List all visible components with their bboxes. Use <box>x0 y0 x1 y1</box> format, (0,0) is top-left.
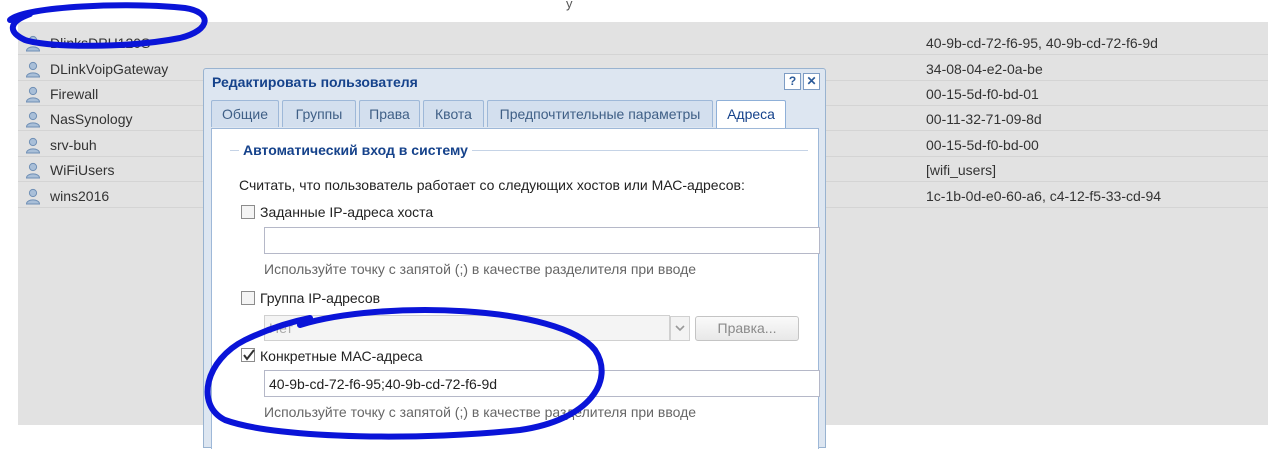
user-mac-addresses: 00-15-5d-f0-bd-01 <box>926 86 1039 102</box>
mac-checkbox[interactable] <box>241 348 255 362</box>
help-button[interactable]: ? <box>784 73 801 90</box>
user-name: Firewall <box>50 86 99 102</box>
user-mac-addresses: 1c-1b-0d-e0-60-a6, c4-12-f5-33-cd-94 <box>926 188 1162 204</box>
edit-user-dialog: Редактировать пользователя ? ✕ Общие Гру… <box>203 68 826 449</box>
tab-rights[interactable]: Права <box>359 100 420 127</box>
user-icon <box>25 162 41 179</box>
dialog-title: Редактировать пользователя <box>212 74 418 90</box>
user-icon <box>25 61 41 78</box>
tab-preferences[interactable]: Предпочтительные параметры <box>487 100 713 127</box>
user-name: WiFiUsers <box>50 162 115 178</box>
user-name: DLinkVoipGateway <box>50 61 169 77</box>
user-mac-addresses: 34-08-04-e2-0a-be <box>926 61 1043 77</box>
ip-group-label: Группа IP-адресов <box>260 290 381 306</box>
table-row[interactable]: DlinksDPH120S 40-9b-cd-72-f6-95, 40-9b-cd… <box>18 30 1268 55</box>
user-mac-addresses: 40-9b-cd-72-f6-95, 40-9b-cd-72-f6-9d <box>926 35 1158 51</box>
user-icon <box>25 188 41 205</box>
ip-group-select[interactable]: Нет <box>264 315 670 341</box>
close-button[interactable]: ✕ <box>803 73 820 90</box>
mac-label: Конкретные МАС-адреса <box>260 348 423 364</box>
user-mac-addresses: [wifi_users] <box>926 162 997 178</box>
user-name: DlinksDPH120S <box>50 35 151 51</box>
mac-addresses-input[interactable] <box>264 370 820 397</box>
grid-top-partial-row: y <box>18 0 1268 22</box>
ip-hosts-label: Заданные IP-адреса хоста <box>260 204 434 220</box>
user-icon <box>25 35 41 52</box>
chevron-down-icon <box>675 325 685 332</box>
user-mac-addresses: 00-11-32-71-09-8d <box>926 111 1042 127</box>
ip-group-checkbox[interactable] <box>241 291 255 305</box>
user-icon <box>25 111 41 128</box>
user-icon <box>25 86 41 103</box>
ip-group-dropdown-trigger[interactable] <box>670 316 690 341</box>
tab-general[interactable]: Общие <box>211 100 279 127</box>
checkmark-icon <box>243 349 255 361</box>
intro-text: Считать, что пользователь работает со сл… <box>239 177 745 193</box>
edit-ip-group-button[interactable]: Правка... <box>695 316 799 341</box>
ip-hosts-input[interactable] <box>264 227 820 254</box>
user-name: NasSynology <box>50 111 133 127</box>
partial-text: y <box>566 0 573 11</box>
user-icon <box>25 137 41 154</box>
addresses-panel: Автоматический вход в систему Считать, ч… <box>211 128 820 449</box>
ip-hosts-hint: Используйте точку с запятой (;) в качест… <box>264 261 697 277</box>
section-title: Автоматический вход в систему <box>239 142 472 158</box>
user-name: srv-buh <box>50 137 97 153</box>
tab-addresses[interactable]: Адреса <box>716 100 786 129</box>
mac-hint: Используйте точку с запятой (;) в качест… <box>264 404 697 420</box>
user-mac-addresses: 00-15-5d-f0-bd-00 <box>926 137 1039 153</box>
tab-quota[interactable]: Квота <box>423 100 484 127</box>
ip-hosts-checkbox[interactable] <box>241 205 255 219</box>
tab-groups[interactable]: Группы <box>282 100 356 127</box>
user-name: wins2016 <box>50 188 110 204</box>
